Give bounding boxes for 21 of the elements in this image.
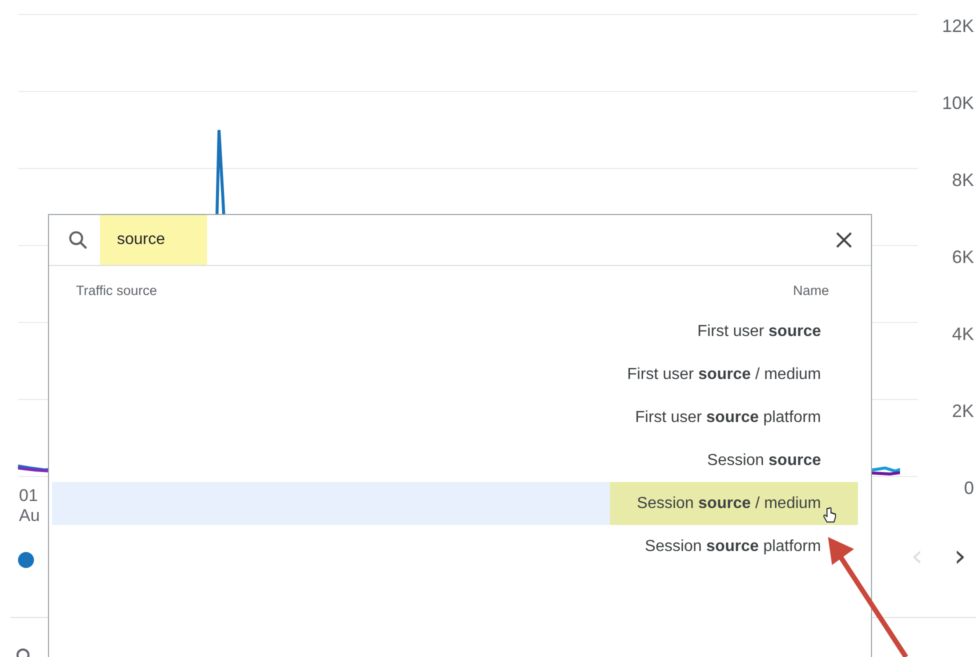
dimension-option[interactable]: Session source / medium <box>610 482 858 525</box>
dimension-option[interactable]: First user source <box>677 310 858 353</box>
axis-label: Au <box>19 506 40 526</box>
axis-label: 0 <box>964 478 974 499</box>
next-button[interactable]: › <box>948 538 972 574</box>
dimension-option[interactable]: First user source / medium <box>607 353 858 396</box>
close-icon[interactable] <box>835 231 853 249</box>
axis-label: 4K <box>952 324 974 345</box>
search-field[interactable]: source <box>100 215 207 265</box>
dimension-option[interactable]: Session source <box>687 439 858 482</box>
column-header: Name <box>792 283 829 298</box>
axis-label: 8K <box>952 170 974 191</box>
axis-label: 01 <box>19 486 38 506</box>
axis-label: 6K <box>952 247 974 268</box>
column-header: Traffic source <box>76 283 158 298</box>
axis-label: 10K <box>942 93 974 114</box>
axis-label: 2K <box>952 401 974 422</box>
pointer-cursor-icon <box>823 507 837 523</box>
axis-label: 12K <box>942 16 974 37</box>
dimension-option[interactable]: Session source platform <box>624 525 858 568</box>
dimension-option[interactable]: First user source platform <box>615 396 858 439</box>
